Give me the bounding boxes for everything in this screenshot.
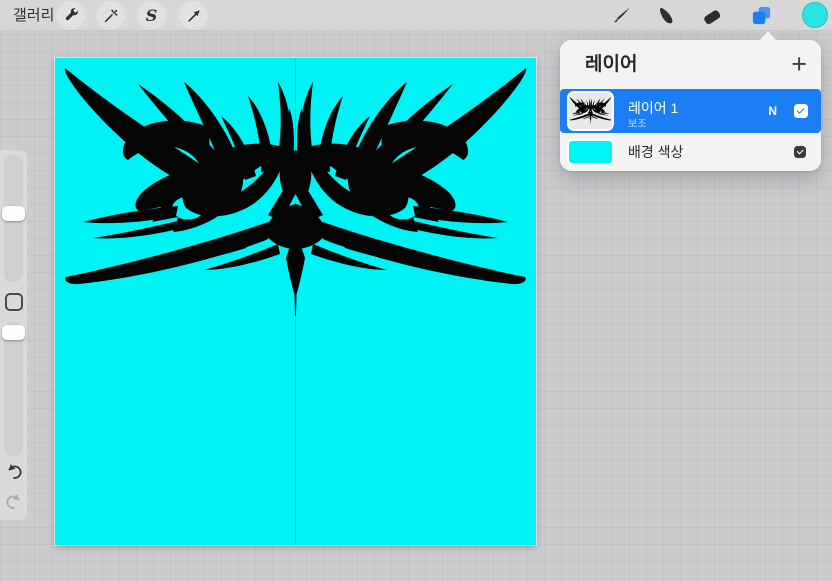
layer-assist-label: 보조	[628, 115, 646, 130]
adjustments-button[interactable]	[96, 1, 125, 30]
selection-button[interactable]: S	[137, 1, 166, 30]
smudge-tool-button[interactable]	[655, 4, 678, 27]
layers-panel-title: 레이어	[585, 40, 637, 89]
opacity-slider[interactable]	[4, 322, 23, 456]
layer-visibility-checkbox[interactable]	[794, 104, 808, 118]
layer-thumbnail[interactable]	[567, 91, 614, 131]
eraser-tool-button[interactable]	[700, 4, 723, 27]
layer-thumbnail-art	[569, 93, 612, 129]
layers-panel-header: 레이어 +	[560, 40, 821, 89]
color-swatch[interactable]	[802, 2, 828, 28]
redo-icon	[3, 491, 25, 513]
eraser-icon	[701, 5, 723, 27]
background-visibility-checkbox[interactable]	[794, 146, 806, 158]
blend-mode-button[interactable]: N	[768, 89, 777, 133]
procreate-workspace: 갤러리 S	[0, 0, 832, 581]
smudge-icon	[656, 5, 678, 27]
sidebar-controls	[0, 150, 27, 520]
layers-icon	[750, 4, 773, 27]
background-layer-name: 배경 색상	[628, 133, 683, 171]
top-toolbar: 갤러리 S	[0, 0, 832, 31]
opacity-handle[interactable]	[2, 325, 25, 340]
brush-tool-button[interactable]	[610, 4, 633, 27]
paintbrush-icon	[611, 5, 633, 27]
layer-row-selected[interactable]: 레이어 1 보조 N	[560, 89, 821, 133]
add-layer-button[interactable]: +	[791, 40, 807, 89]
layers-panel: 레이어 + 레이어 1 보조 N 배경 색상	[560, 40, 821, 171]
drawing-canvas[interactable]	[55, 58, 536, 545]
actions-button[interactable]	[56, 1, 85, 30]
transform-arrow-icon	[185, 7, 203, 25]
transform-button[interactable]	[179, 1, 208, 30]
layers-tool-button[interactable]	[750, 4, 773, 27]
wrench-icon	[62, 7, 80, 25]
background-color-swatch[interactable]	[567, 139, 614, 165]
selection-s-icon: S	[146, 8, 158, 24]
undo-icon	[3, 461, 25, 483]
background-layer-row[interactable]: 배경 색상	[560, 133, 821, 171]
gallery-button[interactable]: 갤러리	[13, 0, 54, 31]
canvas-artwork	[55, 58, 536, 545]
brush-size-handle[interactable]	[2, 206, 25, 221]
undo-button[interactable]	[3, 461, 25, 483]
checkmark-icon	[797, 106, 805, 114]
redo-button[interactable]	[3, 491, 25, 513]
magic-wand-icon	[102, 7, 120, 25]
modify-button[interactable]	[5, 293, 23, 311]
checkmark-icon	[796, 147, 803, 154]
